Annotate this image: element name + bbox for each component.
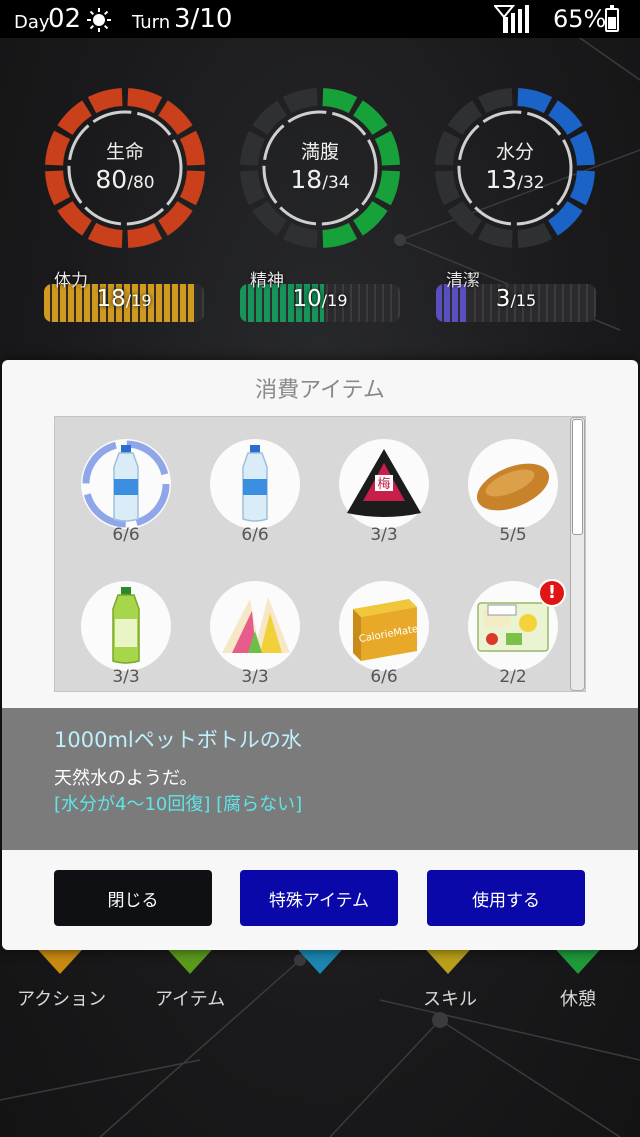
ring-segment xyxy=(158,201,193,236)
item-count: 6/6 xyxy=(241,525,269,545)
ring-segment xyxy=(282,222,318,248)
ring-segment xyxy=(127,88,163,114)
dialog-title: 消費アイテム xyxy=(255,378,385,403)
ring-segment xyxy=(127,222,163,248)
battery-icon xyxy=(605,5,619,32)
nav-action[interactable]: アクション xyxy=(17,985,106,1011)
item-calorie-mate[interactable]: CalorieMate 6/6 xyxy=(339,581,429,697)
consumable-items-dialog: 消費アイテム 6/6 6/6 梅 3/3 5/5 3/3 3/3 Calorie… xyxy=(2,360,638,950)
ring-segment xyxy=(57,100,92,135)
stamina-value: 18/19 xyxy=(96,286,152,312)
life-gauge: 生命 80/80 xyxy=(42,85,208,251)
fullness-gauge: 満腹 18/34 xyxy=(237,85,403,251)
water-bottle-icon xyxy=(113,445,139,522)
ring-segment xyxy=(282,88,318,114)
close-button[interactable]: 閉じる xyxy=(54,870,212,926)
ring-segment xyxy=(322,222,358,248)
alert-badge: ! xyxy=(538,579,566,607)
stamina-gauge: 体力 18/19 xyxy=(44,264,204,324)
ring-segment xyxy=(158,100,193,135)
green-tea-bottle-icon xyxy=(112,587,140,664)
ring-segment xyxy=(548,100,583,135)
life-label: 生命 xyxy=(105,141,144,163)
life-value: 80/80 xyxy=(95,165,155,194)
item-count: 5/5 xyxy=(499,525,527,545)
item-count: 2/2 xyxy=(499,667,527,687)
mind-value: 10/19 xyxy=(292,286,348,312)
item-water-bottle-selected[interactable]: 6/6 xyxy=(81,439,171,555)
use-button[interactable]: 使用する xyxy=(427,870,585,926)
clean-gauge: 清潔 3/15 xyxy=(436,264,596,324)
ring-segment xyxy=(87,222,123,248)
ring-segment xyxy=(353,201,388,236)
item-green-tea[interactable]: 3/3 xyxy=(81,581,171,697)
item-onigiri[interactable]: 梅 3/3 xyxy=(339,439,429,555)
turn-label: Turn xyxy=(132,12,171,33)
ring-segment xyxy=(57,201,92,236)
ring-segment xyxy=(477,88,513,114)
item-sandwich[interactable]: 3/3 xyxy=(210,581,300,697)
mind-gauge: 精神 10/19 xyxy=(240,264,400,324)
nav-skill[interactable]: スキル xyxy=(423,985,477,1011)
game-screen: Day 02 Turn 3/10 65% 生命 80/80 満腹 18/34 水… xyxy=(0,0,640,1137)
water-label: 水分 xyxy=(495,141,534,163)
ring-segment xyxy=(477,222,513,248)
item-name: 1000mlペットボトルの水 xyxy=(54,728,302,752)
sandwich-icon xyxy=(222,597,290,653)
ring-segment xyxy=(447,100,482,135)
item-grid-scrollbar[interactable] xyxy=(570,417,585,691)
water-gauge: 水分 13/32 xyxy=(432,85,598,251)
scrollbar-thumb[interactable] xyxy=(572,419,583,535)
item-description: 天然水のようだ。 xyxy=(54,768,198,789)
ring-segment xyxy=(87,88,123,114)
item-grid: 6/6 6/6 梅 3/3 5/5 3/3 3/3 CalorieMate 6/… xyxy=(54,416,586,692)
onigiri-icon: 梅 xyxy=(347,449,421,517)
item-water-bottle[interactable]: 6/6 xyxy=(210,439,300,555)
day-label: Day xyxy=(14,12,50,33)
item-bread[interactable]: 5/5 xyxy=(468,439,558,555)
battery-percent: 65% xyxy=(553,5,607,33)
item-count: 3/3 xyxy=(112,667,140,687)
ring-segment xyxy=(252,201,287,236)
item-count: 3/3 xyxy=(370,525,398,545)
status-bar: Day 02 Turn 3/10 65% xyxy=(0,0,640,38)
item-count: 6/6 xyxy=(370,667,398,687)
water-value: 13/32 xyxy=(485,165,545,194)
fullness-label: 満腹 xyxy=(300,141,339,163)
turn-value: 3/10 xyxy=(174,4,233,34)
ring-segment xyxy=(548,201,583,236)
calorie-mate-icon: CalorieMate xyxy=(353,599,419,661)
ring-segment xyxy=(447,201,482,236)
ring-segment xyxy=(252,100,287,135)
clean-value: 3/15 xyxy=(495,286,537,312)
ring-segment xyxy=(322,88,358,114)
day-value: 02 xyxy=(48,4,82,34)
item-count: 3/3 xyxy=(241,667,269,687)
fullness-value: 18/34 xyxy=(290,165,350,194)
water-bottle-icon xyxy=(242,445,268,522)
item-bento[interactable]: ! 2/2 xyxy=(468,579,566,697)
ring-segment xyxy=(353,100,388,135)
nav-item[interactable]: アイテム xyxy=(155,985,225,1011)
signal-icon xyxy=(492,5,530,37)
ring-segment xyxy=(517,88,553,114)
nav-rest[interactable]: 休憩 xyxy=(560,985,596,1011)
ring-segment xyxy=(517,222,553,248)
item-description-panel: 1000mlペットボトルの水 天然水のようだ。 [水分が4～10回復] [腐らな… xyxy=(2,708,638,850)
sun-icon xyxy=(86,7,112,37)
item-count: 6/6 xyxy=(112,525,140,545)
special-items-button[interactable]: 特殊アイテム xyxy=(240,870,398,926)
item-effect: [水分が4～10回復] [腐らない] xyxy=(54,794,303,815)
bread-icon xyxy=(476,463,550,511)
onigiri-mark: 梅 xyxy=(377,477,390,492)
